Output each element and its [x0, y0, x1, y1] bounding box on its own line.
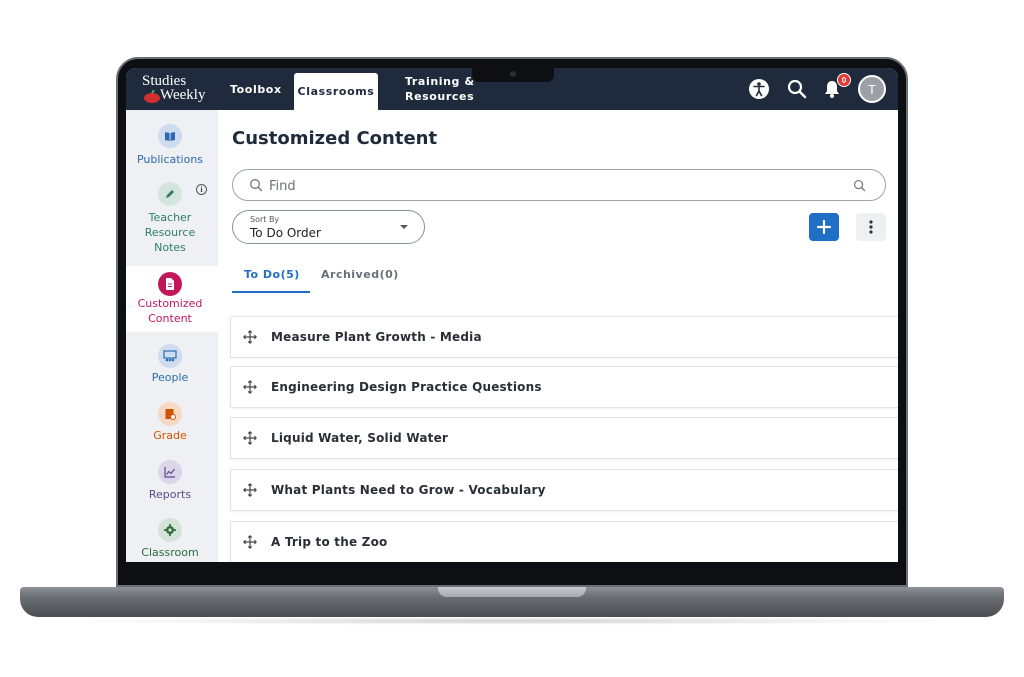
sidebar-item-publications[interactable]: Publications [126, 118, 218, 170]
list-item-title[interactable]: Engineering Design Practice Questions [271, 380, 542, 394]
laptop-shadow [60, 617, 964, 625]
tab-archived[interactable]: Archived(0) [321, 268, 399, 281]
search-icon[interactable] [785, 77, 809, 101]
book-icon [158, 124, 182, 148]
search-box[interactable] [232, 169, 886, 201]
caret-down-icon [400, 225, 408, 229]
sidebar-item-grade[interactable]: Grade [126, 398, 218, 448]
page-title: Customized Content [232, 128, 438, 149]
nav-tab-classrooms[interactable]: Classrooms [294, 73, 378, 110]
camera-notch [472, 68, 554, 82]
list-item[interactable]: Engineering Design Practice Questions [230, 366, 898, 408]
list-item[interactable]: Measure Plant Growth - Media [230, 316, 898, 358]
vertical-ellipsis-icon [869, 220, 873, 234]
people-icon [158, 344, 182, 368]
list-item[interactable]: A Trip to the Zoo [230, 521, 898, 562]
sidebar-item-label: Publications [136, 153, 204, 166]
sidebar-item-label: Teacher Resource Notes [144, 211, 196, 254]
nav-tab-toolbox[interactable]: Toolbox [230, 68, 282, 110]
list-item-title[interactable]: A Trip to the Zoo [271, 535, 387, 549]
camera-icon [510, 71, 516, 77]
search-submit-icon[interactable] [853, 179, 866, 192]
list-item-title[interactable]: What Plants Need to Grow - Vocabulary [271, 483, 546, 497]
gear-icon [158, 518, 182, 542]
more-options-button[interactable] [856, 213, 886, 241]
active-tab-indicator [232, 291, 310, 293]
info-icon[interactable]: i [196, 184, 207, 195]
sidebar-item-label: Customized Content [137, 297, 203, 325]
search-icon [250, 179, 263, 192]
accessibility-icon[interactable] [747, 77, 771, 101]
list-item[interactable]: What Plants Need to Grow - Vocabulary [230, 469, 898, 511]
sidebar-item-label: Classroom [141, 546, 199, 559]
sidebar-item-people[interactable]: People [126, 338, 218, 390]
drag-handle-icon[interactable] [243, 483, 257, 497]
pen-icon [158, 182, 182, 206]
sidebar-item-teacher-resource-notes[interactable]: i Teacher Resource Notes [126, 176, 218, 256]
document-icon [158, 272, 182, 296]
apple-logo-icon [144, 90, 160, 103]
drag-handle-icon[interactable] [243, 431, 257, 445]
list-item-title[interactable]: Liquid Water, Solid Water [271, 431, 448, 445]
sort-by-select[interactable]: Sort By To Do Order [232, 210, 425, 244]
sidebar-item-label: Reports [148, 488, 192, 501]
list-item[interactable]: Liquid Water, Solid Water [230, 417, 898, 459]
laptop-opening-notch [438, 587, 586, 597]
grade-icon [158, 402, 182, 426]
logo-text-line2: Weekly [160, 87, 206, 103]
chart-icon [158, 460, 182, 484]
drag-handle-icon[interactable] [243, 330, 257, 344]
drag-handle-icon[interactable] [243, 380, 257, 394]
sidebar-item-label: People [151, 371, 189, 384]
sort-by-value: To Do Order [250, 226, 321, 240]
drag-handle-icon[interactable] [243, 535, 257, 549]
sidebar-item-classroom[interactable]: Classroom [126, 514, 218, 562]
add-content-button[interactable] [809, 213, 839, 241]
sidebar: Publications i Teacher Resource Notes Cu… [126, 110, 218, 562]
sidebar-item-customized-content[interactable]: Customized Content [126, 266, 218, 332]
tab-to-do[interactable]: To Do(5) [244, 268, 300, 281]
list-item-title[interactable]: Measure Plant Growth - Media [271, 330, 482, 344]
search-input[interactable] [269, 176, 839, 196]
app-screen: Studies Weekly Toolbox Classrooms Traini… [126, 68, 898, 562]
sidebar-item-label: Grade [153, 429, 187, 442]
studies-weekly-logo[interactable]: Studies Weekly [140, 72, 214, 108]
sidebar-item-reports[interactable]: Reports [126, 456, 218, 506]
plus-icon [817, 220, 831, 234]
sort-by-caption: Sort By [250, 215, 280, 224]
notification-badge: 0 [837, 73, 851, 87]
avatar[interactable]: T [858, 75, 886, 103]
